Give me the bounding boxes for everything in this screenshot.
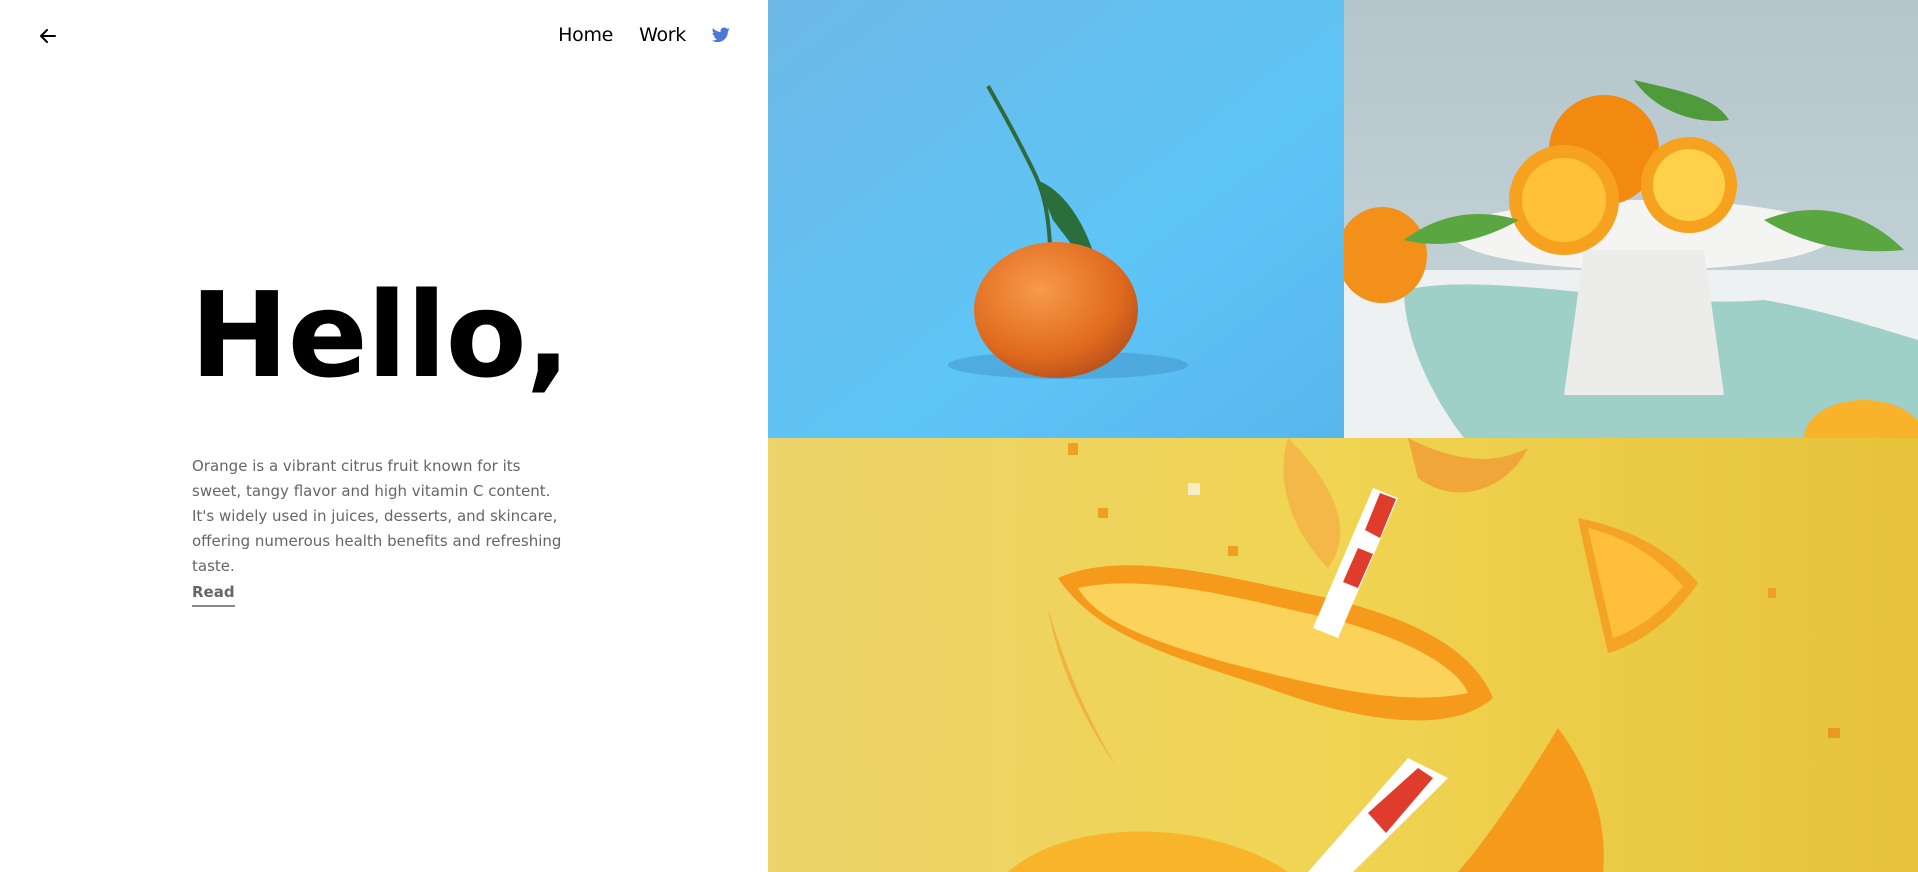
top-nav: Home Work [558,24,730,46]
read-link[interactable]: Read [192,583,235,607]
twitter-icon [712,27,730,43]
back-button[interactable] [36,24,60,48]
hero-title: Hello, [190,266,571,404]
hero-description: Orange is a vibrant citrus fruit known f… [192,457,562,575]
nav-home[interactable]: Home [558,24,613,46]
twitter-link[interactable] [712,27,730,43]
gallery-image-tangerine [768,0,1344,438]
nav-work[interactable]: Work [639,24,686,46]
gallery-image-oranges-stand [1344,0,1918,438]
arrow-left-icon [40,29,56,43]
left-panel: Home Work Hello, Orange is a vibrant cit… [0,0,768,872]
gallery-image-orange-splash [768,438,1918,872]
